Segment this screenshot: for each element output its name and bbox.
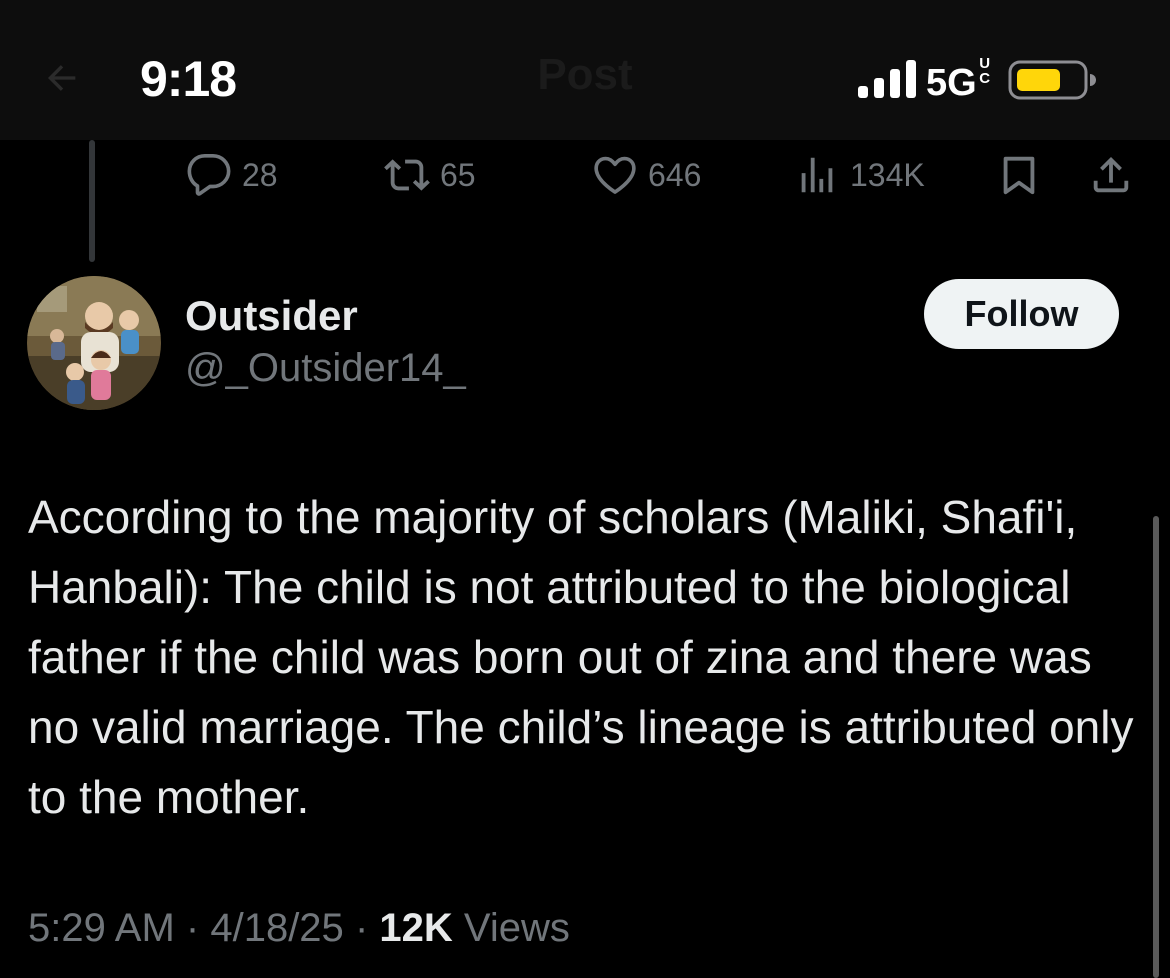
follow-button[interactable]: Follow (924, 279, 1119, 349)
repost-count: 65 (440, 156, 476, 193)
heart-icon (594, 156, 636, 194)
network-indicator: 5G U C (926, 56, 992, 105)
post-meta: 5:29 AM · 4/18/25 · 12K Views (28, 906, 570, 951)
reply-button[interactable]: 28 (186, 148, 278, 202)
bookmark-button[interactable] (996, 148, 1042, 202)
author-name[interactable]: Outsider (185, 292, 358, 340)
reply-count: 28 (242, 156, 278, 193)
status-time: 9:18 (140, 51, 237, 107)
post-text: According to the majority of scholars (M… (28, 491, 1134, 823)
share-button[interactable] (1088, 148, 1134, 202)
scrollbar[interactable] (1153, 516, 1159, 978)
network-suffix-bottom: C (979, 70, 991, 87)
action-row: 28 65 646 134K (0, 140, 1170, 210)
post-views-label: Views (463, 906, 570, 950)
avatar-image (27, 276, 161, 410)
top-bar: Post 9:18 5G U C (0, 0, 1170, 140)
like-button[interactable]: 646 (592, 148, 701, 202)
post-date: 4/18/25 (210, 906, 344, 950)
post-views-count[interactable]: 12K (379, 906, 452, 950)
cellular-signal-icon (858, 60, 916, 98)
views-button[interactable]: 134K (794, 148, 925, 202)
reply-icon (187, 154, 231, 196)
meta-separator: · (185, 906, 200, 950)
avatar[interactable] (27, 276, 161, 410)
author-handle[interactable]: @_Outsider14_ (185, 346, 466, 391)
share-icon (1093, 156, 1129, 193)
repost-button[interactable]: 65 (384, 148, 476, 202)
analytics-icon (801, 157, 833, 193)
views-count: 134K (850, 156, 925, 193)
battery-icon (1008, 60, 1096, 100)
meta-separator: · (354, 906, 369, 950)
repost-icon (384, 159, 430, 191)
like-count: 646 (648, 156, 702, 193)
post-time: 5:29 AM (28, 906, 175, 950)
network-type: 5G (926, 62, 977, 104)
bookmark-icon (1003, 156, 1035, 195)
